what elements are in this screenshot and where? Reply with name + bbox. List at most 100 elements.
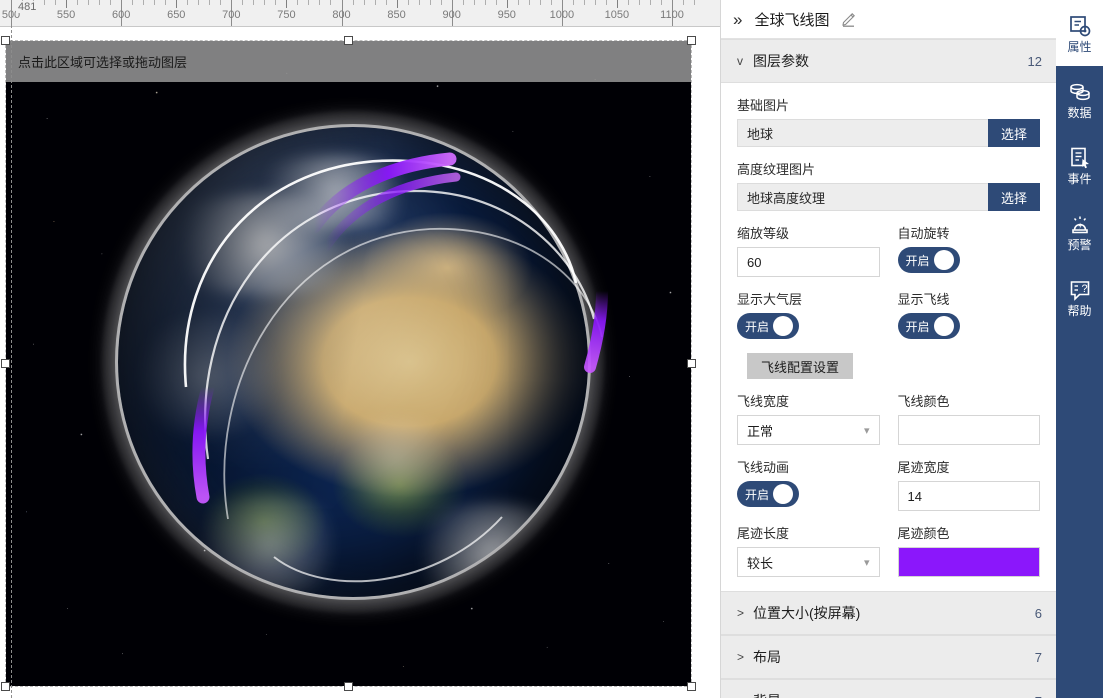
height-texture-select-button[interactable]: 选择 xyxy=(988,183,1040,211)
rail-item-label: 预警 xyxy=(1067,237,1092,252)
resize-handle-middle-left[interactable] xyxy=(1,359,10,368)
resize-handle-top-right[interactable] xyxy=(687,36,696,45)
ruler-tick xyxy=(539,0,541,5)
ruler-tick xyxy=(286,0,288,8)
section-title: 布局 xyxy=(753,649,781,665)
field-show-flight-lines: 显示飞线 开启 xyxy=(897,289,1041,339)
section-header-background[interactable]: > 背景 7 xyxy=(721,679,1056,698)
ruler-tick xyxy=(495,0,497,5)
trail-length-select[interactable]: 较长 ▾ xyxy=(737,547,880,577)
ruler-tick xyxy=(407,0,409,5)
resize-handle-bottom-right[interactable] xyxy=(687,682,696,691)
horizontal-ruler[interactable]: 500 550 600 650 700 750 800 850 900 950 1000 1050 11… xyxy=(0,0,720,27)
ruler-tick xyxy=(418,0,420,5)
auto-rotate-toggle[interactable]: 开启 xyxy=(897,247,960,273)
resize-handle-top-center[interactable] xyxy=(344,36,353,45)
rail-item-alerts[interactable]: 预警 xyxy=(1056,198,1103,264)
line-width-value: 正常 xyxy=(747,423,774,439)
toggle-knob xyxy=(933,250,954,270)
field-label: 飞线颜色 xyxy=(897,394,950,409)
toggle-state-label: 开启 xyxy=(905,319,930,334)
properties-panel: » 全球飞线图 v 图层参数 12 基础图片 地球 选择 高度纹理图片 地球高度… xyxy=(720,0,1056,698)
field-label: 高度纹理图片 xyxy=(737,162,816,177)
ruler-tick xyxy=(275,0,277,5)
selected-layer-stage[interactable]: 点击此区域可选择或拖动图层 xyxy=(1,36,696,691)
svg-text:?: ? xyxy=(1081,283,1087,295)
zoom-level-input[interactable]: 60 xyxy=(737,247,880,277)
ruler-tick xyxy=(616,0,618,8)
ruler-tick xyxy=(66,0,68,8)
field-label: 缩放等级 xyxy=(737,226,790,241)
rail-item-properties[interactable]: 属性 xyxy=(1056,0,1103,66)
ruler-tick xyxy=(297,0,299,5)
ruler-label: 650 xyxy=(167,9,186,21)
section-header-layer-params[interactable]: v 图层参数 12 xyxy=(721,39,1056,83)
canvas-area[interactable]: 500 550 600 650 700 750 800 850 900 950 1000 1050 11… xyxy=(0,0,720,698)
chevron-down-icon: ▾ xyxy=(863,556,870,569)
trail-width-input[interactable]: 14 xyxy=(897,481,1040,511)
ruler-tick xyxy=(528,0,530,5)
chevron-down-icon: ▾ xyxy=(863,424,870,437)
flight-config-button[interactable]: 飞线配置设置 xyxy=(747,353,854,379)
resize-handle-bottom-center[interactable] xyxy=(344,682,353,691)
toggle-state-label: 开启 xyxy=(905,253,930,268)
layer-drag-hint[interactable]: 点击此区域可选择或拖动图层 xyxy=(6,41,691,82)
ruler-label: 1100 xyxy=(660,9,684,21)
ruler-label: 1050 xyxy=(604,9,630,21)
ruler-label: 1000 xyxy=(549,9,575,21)
resize-handle-top-left[interactable] xyxy=(1,36,10,45)
line-width-select[interactable]: 正常 ▾ xyxy=(737,415,880,445)
ruler-tick xyxy=(363,0,365,5)
line-animation-toggle[interactable]: 开启 xyxy=(737,481,799,507)
rail-item-help[interactable]: ? 帮助 xyxy=(1056,264,1103,330)
field-trail-color: 尾迹颜色 xyxy=(897,523,1040,577)
section-header-position-size[interactable]: > 位置大小(按屏幕) 6 xyxy=(721,591,1056,635)
ruler-label: 850 xyxy=(387,9,406,21)
toggle-knob xyxy=(933,316,954,336)
base-image-select-button[interactable]: 选择 xyxy=(988,119,1040,147)
ruler-tick xyxy=(143,0,145,5)
field-label: 飞线动画 xyxy=(737,460,790,475)
ruler-tick xyxy=(352,0,354,5)
globe-visualization xyxy=(102,111,608,613)
field-label: 尾迹颜色 xyxy=(897,526,950,541)
ruler-tick xyxy=(198,0,200,5)
row-animation-trailwidth: 飞线动画 开启 尾迹宽度 14 xyxy=(737,457,1040,523)
line-color-swatch[interactable] xyxy=(897,415,1040,445)
pencil-icon[interactable] xyxy=(841,11,857,27)
field-flight-config: 飞线配置设置 xyxy=(737,353,1040,379)
ruler-tick xyxy=(473,0,475,5)
ruler-tick xyxy=(253,0,255,5)
chevron-right-icon: > xyxy=(737,694,753,698)
field-zoom-level: 缩放等级 60 xyxy=(737,223,880,277)
resize-handle-bottom-left[interactable] xyxy=(1,682,10,691)
show-atmosphere-toggle[interactable]: 开启 xyxy=(737,313,799,339)
ruler-label: 750 xyxy=(277,9,296,21)
collapse-panel-icon[interactable]: » xyxy=(733,11,742,28)
ruler-tick xyxy=(605,0,607,5)
ruler-tick xyxy=(660,0,662,5)
trail-length-value: 较长 xyxy=(747,555,774,571)
section-header-layout[interactable]: > 布局 7 xyxy=(721,635,1056,679)
ruler-tick xyxy=(396,0,398,8)
ruler-tick xyxy=(99,0,101,5)
section-count: 7 xyxy=(1034,649,1042,665)
base-image-value[interactable]: 地球 xyxy=(737,119,988,147)
rail-item-events[interactable]: 事件 xyxy=(1056,132,1103,198)
ruler-tick xyxy=(484,0,486,5)
height-texture-value[interactable]: 地球高度纹理 xyxy=(737,183,988,211)
ruler-tick xyxy=(165,0,167,5)
ruler-tick xyxy=(627,0,629,5)
field-show-atmosphere: 显示大气层 开启 xyxy=(737,289,880,339)
ruler-tick xyxy=(176,0,178,8)
rail-item-data[interactable]: 数据 xyxy=(1056,66,1103,132)
section-count: 7 xyxy=(1035,694,1042,698)
trail-color-swatch[interactable] xyxy=(897,547,1040,577)
alarm-icon xyxy=(1068,212,1092,236)
field-height-texture: 高度纹理图片 地球高度纹理 选择 xyxy=(737,159,1040,211)
help-icon: ? xyxy=(1068,278,1092,302)
base-image-picker: 地球 选择 xyxy=(737,119,1040,147)
show-flight-lines-toggle[interactable]: 开启 xyxy=(897,313,960,339)
row-zoom-autorotate: 缩放等级 60 自动旋转 开启 xyxy=(737,223,1040,289)
resize-handle-middle-right[interactable] xyxy=(687,359,696,368)
